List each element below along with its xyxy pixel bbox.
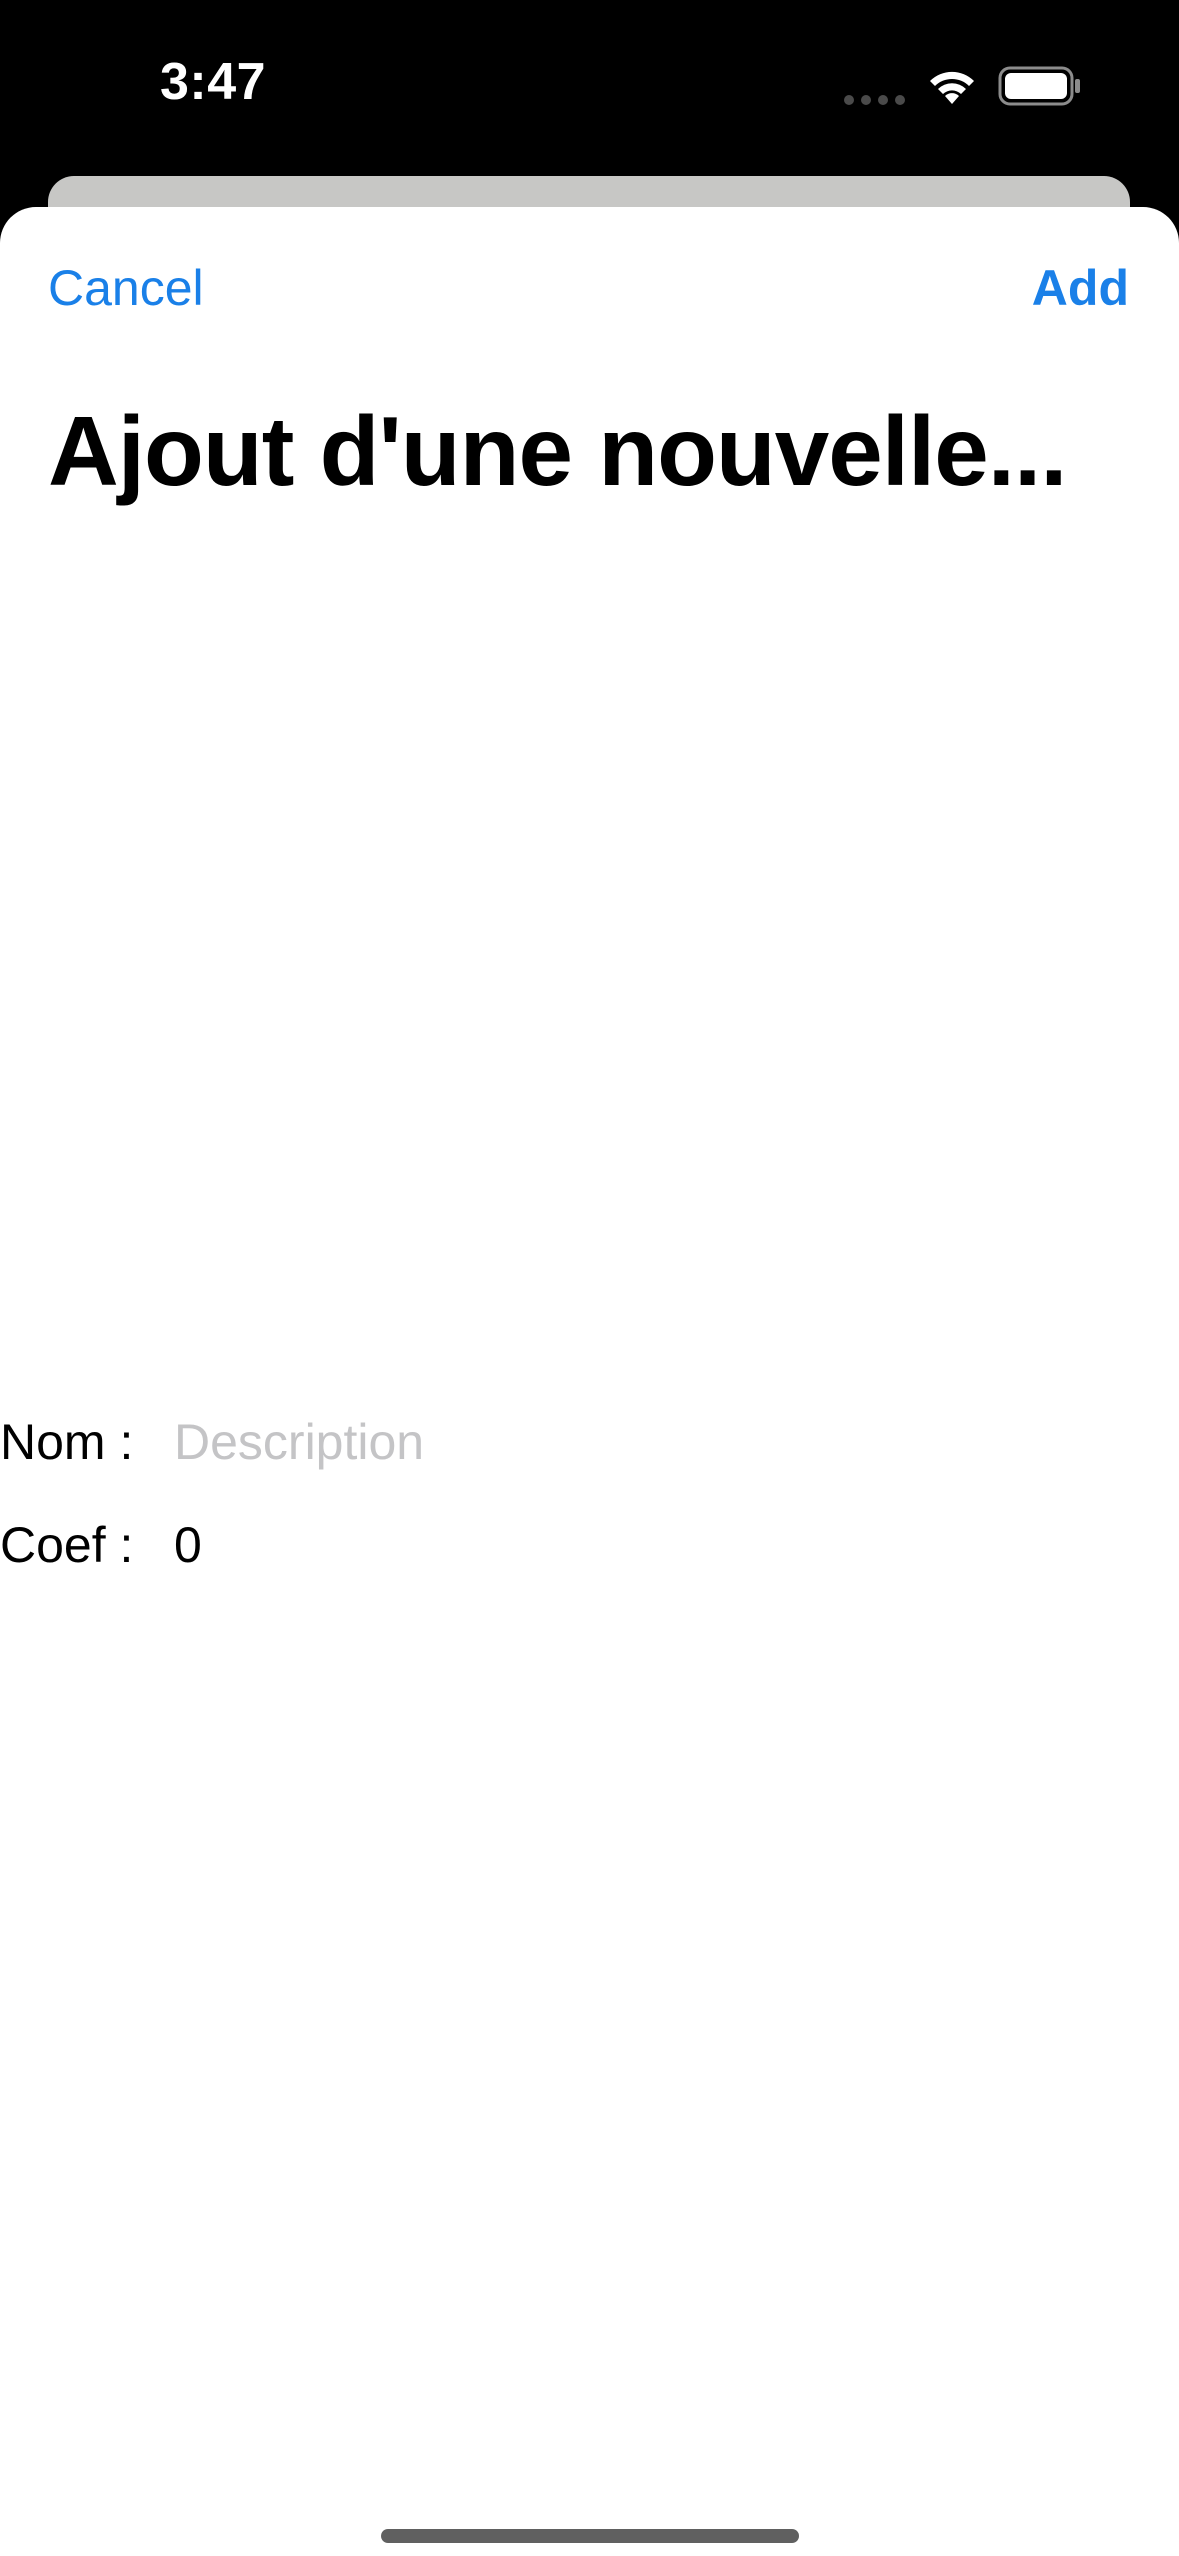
status-time: 3:47 [160, 53, 267, 111]
home-indicator[interactable] [381, 2529, 799, 2543]
wifi-icon [930, 71, 974, 104]
cellular-signal-icon [844, 95, 905, 105]
battery-icon [998, 66, 1080, 106]
name-row: Nom : [0, 1407, 874, 1477]
cancel-button[interactable]: Cancel [48, 259, 204, 317]
coef-label: Coef : [0, 1517, 134, 1573]
modal-sheet: Cancel Add Ajout d'une nouvelle... Nom :… [0, 207, 1179, 2556]
coef-input[interactable] [174, 1516, 874, 1574]
name-input[interactable] [174, 1413, 874, 1471]
page-title: Ajout d'une nouvelle... [48, 396, 1067, 506]
screen: 3:47 Cancel Add Ajout d'une nouvelle... … [0, 0, 1179, 2556]
name-label: Nom : [0, 1414, 134, 1470]
add-button[interactable]: Add [1032, 259, 1129, 317]
coef-row: Coef : [0, 1510, 874, 1580]
